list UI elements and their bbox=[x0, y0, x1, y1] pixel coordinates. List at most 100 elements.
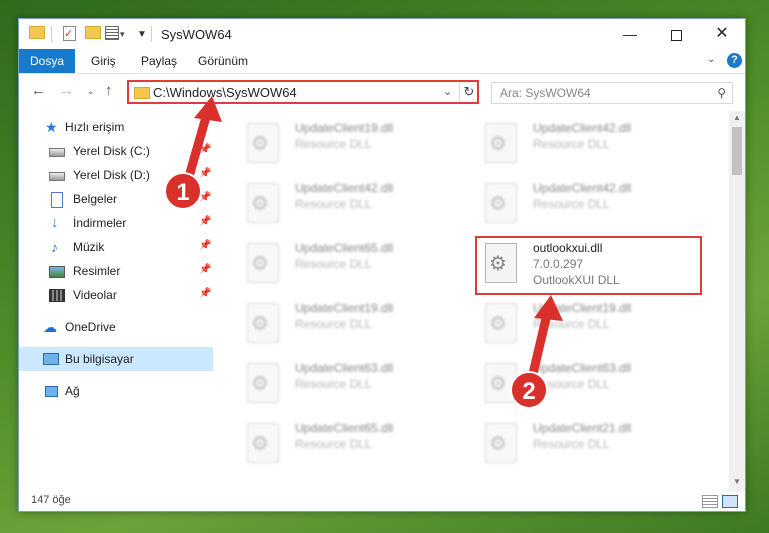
ribbon: Dosya Giriş Paylaş Görünüm ⌄ ? bbox=[19, 49, 745, 74]
pictures-icon bbox=[49, 266, 65, 278]
gear-icon: ⚙ bbox=[251, 193, 269, 215]
sidebar-item-downloads[interactable]: ↓ İndirmeler 📌 bbox=[19, 211, 213, 235]
sidebar-item-label: Resimler bbox=[73, 264, 121, 278]
large-icons-view-icon[interactable] bbox=[722, 495, 738, 508]
gear-icon: ⚙ bbox=[251, 133, 269, 155]
file-item[interactable]: ⚙ UpdateClient42.dll Resource DLL bbox=[237, 177, 467, 233]
file-item[interactable]: ⚙ UpdateClient63.dll Resource DLL bbox=[237, 357, 467, 413]
pin-icon[interactable]: 📌 bbox=[199, 288, 211, 299]
file-item[interactable]: ⚙ UpdateClient42.dll Resource DLL bbox=[475, 177, 705, 233]
file-name: UpdateClient19.dll bbox=[295, 121, 394, 135]
toolbar-separator bbox=[151, 26, 152, 42]
folder-icon[interactable] bbox=[29, 26, 45, 39]
sidebar-item-this-pc[interactable]: Bu bilgisayar bbox=[19, 347, 213, 371]
file-name: UpdateClient65.dll bbox=[295, 241, 394, 255]
back-button[interactable]: ← bbox=[31, 82, 46, 99]
sidebar-item-pictures[interactable]: Resimler 📌 bbox=[19, 259, 213, 283]
pin-icon[interactable]: 📌 bbox=[199, 264, 211, 275]
videos-icon bbox=[49, 289, 65, 302]
tab-view[interactable]: Görünüm bbox=[198, 49, 248, 73]
sidebar-item-local-disk-c[interactable]: Yerel Disk (C:) 📌 bbox=[19, 139, 213, 163]
file-list: ⚙ UpdateClient19.dll Resource DLL ⚙ Upda… bbox=[219, 111, 729, 491]
chevron-down-icon[interactable]: ▾ bbox=[120, 26, 125, 42]
file-name: UpdateClient42.dll bbox=[533, 181, 632, 195]
search-input[interactable]: Ara: SysWOW64 ⚲ bbox=[491, 82, 733, 104]
file-name: UpdateClient42.dll bbox=[533, 121, 632, 135]
gear-icon: ⚙ bbox=[251, 373, 269, 395]
gear-icon: ⚙ bbox=[251, 433, 269, 455]
customize-toolbar-icon[interactable]: ▼ bbox=[137, 26, 147, 42]
item-count: 147 öğe bbox=[31, 494, 71, 506]
title-bar: ✓ ▾ ▼ SysWOW64 — ✕ bbox=[19, 19, 745, 49]
window-title: SysWOW64 bbox=[161, 27, 232, 42]
file-item[interactable]: ⚙ UpdateClient42.dll Resource DLL bbox=[475, 117, 705, 173]
new-folder-icon[interactable] bbox=[85, 26, 101, 39]
sidebar-item-network[interactable]: Ağ bbox=[19, 379, 213, 403]
pin-icon[interactable]: 📌 bbox=[199, 168, 211, 179]
properties-icon[interactable] bbox=[105, 26, 119, 40]
sidebar-item-label: Bu bilgisayar bbox=[65, 352, 134, 366]
dll-file-icon: ⚙ bbox=[485, 423, 517, 463]
close-button[interactable]: ✕ bbox=[699, 19, 745, 49]
file-type: Resource DLL bbox=[533, 137, 610, 151]
dll-file-icon: ⚙ bbox=[247, 363, 279, 403]
dll-file-icon: ⚙ bbox=[247, 243, 279, 283]
file-item[interactable]: ⚙ UpdateClient65.dll Resource DLL bbox=[237, 237, 467, 293]
file-type: Resource DLL bbox=[533, 437, 610, 451]
sidebar-item-label: Hızlı erişim bbox=[65, 120, 125, 134]
sidebar-item-label: Yerel Disk (C:) bbox=[73, 144, 150, 158]
help-icon[interactable]: ? bbox=[727, 53, 742, 68]
tab-share[interactable]: Paylaş bbox=[141, 49, 177, 73]
sidebar-item-onedrive[interactable]: ☁ OneDrive bbox=[19, 315, 213, 339]
drive-icon bbox=[49, 148, 65, 157]
file-item[interactable]: ⚙ UpdateClient65.dll Resource DLL bbox=[237, 417, 467, 473]
recent-locations-button[interactable]: ⌄ bbox=[87, 86, 95, 97]
file-name: UpdateClient63.dll bbox=[533, 361, 632, 375]
sidebar-item-music[interactable]: ♪ Müzik 📌 bbox=[19, 235, 213, 259]
tab-file[interactable]: Dosya bbox=[19, 49, 75, 73]
dll-file-icon: ⚙ bbox=[247, 303, 279, 343]
status-bar: 147 öğe bbox=[19, 491, 745, 511]
scroll-up-icon[interactable]: ▲ bbox=[733, 113, 741, 122]
sidebar-item-quick-access[interactable]: ★ Hızlı erişim bbox=[19, 115, 213, 139]
gear-icon: ⚙ bbox=[489, 433, 507, 455]
sidebar-item-label: Müzik bbox=[73, 240, 105, 254]
star-icon: ★ bbox=[45, 119, 58, 135]
address-history-icon[interactable]: ⌄ bbox=[443, 85, 452, 98]
search-icon[interactable]: ⚲ bbox=[717, 86, 726, 100]
scroll-thumb[interactable] bbox=[732, 127, 742, 175]
folder-icon bbox=[134, 87, 150, 99]
address-path[interactable]: C:\Windows\SysWOW64 bbox=[153, 85, 297, 100]
vertical-scrollbar[interactable]: ▲ ▼ bbox=[729, 111, 745, 491]
dll-file-icon: ⚙ bbox=[247, 123, 279, 163]
pin-icon[interactable]: 📌 bbox=[199, 216, 211, 227]
maximize-button[interactable] bbox=[653, 19, 699, 49]
sidebar-item-label: Belgeler bbox=[73, 192, 118, 206]
gear-icon: ⚙ bbox=[489, 373, 507, 395]
file-item[interactable]: ⚙ UpdateClient19.dll Resource DLL bbox=[237, 297, 467, 353]
minimize-button[interactable]: — bbox=[607, 19, 653, 49]
properties-check-icon[interactable]: ✓ bbox=[63, 26, 76, 41]
file-item[interactable]: ⚙ UpdateClient19.dll Resource DLL bbox=[475, 297, 705, 353]
refresh-button[interactable]: ↻ bbox=[459, 82, 478, 102]
scroll-down-icon[interactable]: ▼ bbox=[733, 477, 741, 486]
dll-file-icon: ⚙ bbox=[247, 183, 279, 223]
dll-file-icon: ⚙ bbox=[485, 123, 517, 163]
up-button[interactable]: ↑ bbox=[105, 82, 113, 99]
forward-button[interactable]: → bbox=[59, 82, 74, 99]
computer-icon bbox=[43, 353, 59, 365]
file-item[interactable]: ⚙ UpdateClient21.dll Resource DLL bbox=[475, 417, 705, 473]
sidebar-item-videos[interactable]: Videolar 📌 bbox=[19, 283, 213, 307]
tab-home[interactable]: Giriş bbox=[91, 49, 116, 73]
document-icon bbox=[51, 192, 63, 208]
file-type: Resource DLL bbox=[295, 317, 372, 331]
pin-icon[interactable]: 📌 bbox=[199, 144, 211, 155]
address-bar[interactable]: C:\Windows\SysWOW64 ⌄ ↻ bbox=[127, 80, 479, 104]
dll-file-icon: ⚙ bbox=[485, 303, 517, 343]
details-view-icon[interactable] bbox=[702, 495, 718, 508]
maximize-icon bbox=[670, 29, 682, 41]
file-name: UpdateClient21.dll bbox=[533, 421, 632, 435]
expand-ribbon-icon[interactable]: ⌄ bbox=[707, 54, 715, 65]
pin-icon[interactable]: 📌 bbox=[199, 240, 211, 251]
file-item[interactable]: ⚙ UpdateClient19.dll Resource DLL bbox=[237, 117, 467, 173]
